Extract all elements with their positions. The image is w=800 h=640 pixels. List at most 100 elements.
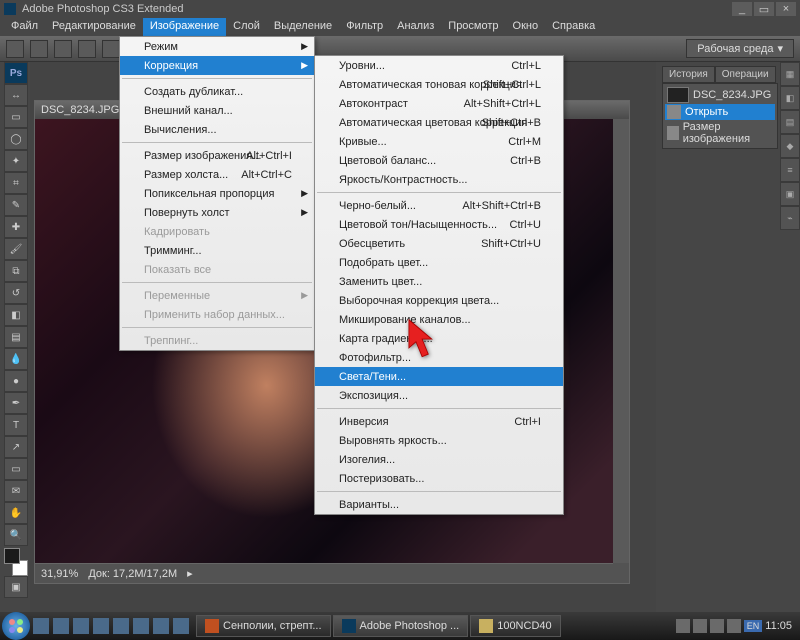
menu-item[interactable]: Тримминг... — [120, 241, 314, 260]
menu-item[interactable]: АвтоконтрастAlt+Shift+Ctrl+L — [315, 94, 563, 113]
option-icon-3[interactable] — [78, 40, 96, 58]
tab-actions[interactable]: Операции — [715, 66, 776, 83]
menu-item[interactable]: ОбесцветитьShift+Ctrl+U — [315, 234, 563, 253]
menu-item[interactable]: Экспозиция... — [315, 386, 563, 405]
close-button[interactable]: × — [776, 2, 796, 16]
taskbar-button[interactable]: Сенполии, стрепт... — [196, 615, 331, 637]
dock-layers-icon[interactable]: ≡ — [780, 158, 800, 182]
dodge-tool[interactable]: ● — [4, 370, 28, 392]
menu-выделение[interactable]: Выделение — [267, 18, 339, 36]
quicklaunch-icon-5[interactable] — [113, 618, 129, 634]
quicklaunch-icon-1[interactable] — [33, 618, 49, 634]
menu-item[interactable]: Микширование каналов... — [315, 310, 563, 329]
menu-item[interactable]: Черно-белый...Alt+Shift+Ctrl+B — [315, 196, 563, 215]
dock-styles-icon[interactable]: ◆ — [780, 134, 800, 158]
option-icon-1[interactable] — [30, 40, 48, 58]
quicklaunch-icon-6[interactable] — [133, 618, 149, 634]
menu-item[interactable]: Коррекция▶ — [120, 56, 314, 75]
lasso-tool[interactable]: ◯ — [4, 128, 28, 150]
menu-item[interactable]: Автоматическая цветовая коррекцияShift+C… — [315, 113, 563, 132]
menu-item[interactable]: Заменить цвет... — [315, 272, 563, 291]
menu-item[interactable]: Постеризовать... — [315, 469, 563, 488]
option-icon-2[interactable] — [54, 40, 72, 58]
menu-item[interactable]: Фотофильтр... — [315, 348, 563, 367]
menu-item[interactable]: ИнверсияCtrl+I — [315, 412, 563, 431]
quicklaunch-icon-2[interactable] — [53, 618, 69, 634]
foreground-color-swatch[interactable] — [4, 548, 20, 564]
language-indicator[interactable]: EN — [744, 620, 763, 632]
quicklaunch-icon-4[interactable] — [93, 618, 109, 634]
chevron-right-icon[interactable]: ▸ — [187, 567, 193, 580]
zoom-level[interactable]: 31,91% — [41, 568, 78, 580]
quick-mask-toggle[interactable]: ▣ — [4, 576, 28, 598]
menu-item[interactable]: Режим▶ — [120, 37, 314, 56]
dock-channels-icon[interactable]: ▣ — [780, 182, 800, 206]
wand-tool[interactable]: ✦ — [4, 150, 28, 172]
color-swatches[interactable] — [4, 548, 28, 576]
start-button[interactable] — [2, 612, 30, 640]
brush-tool[interactable]: 🖌 — [4, 238, 28, 260]
dock-navigator-icon[interactable]: ▦ — [780, 62, 800, 86]
menu-анализ[interactable]: Анализ — [390, 18, 441, 36]
menu-файл[interactable]: Файл — [4, 18, 45, 36]
history-snapshot[interactable]: DSC_8234.JPG — [665, 86, 775, 104]
menu-item[interactable]: Создать дубликат... — [120, 82, 314, 101]
menu-фильтр[interactable]: Фильтр — [339, 18, 390, 36]
tray-icon-3[interactable] — [710, 619, 724, 633]
stamp-tool[interactable]: ⧉ — [4, 260, 28, 282]
vertical-scrollbar[interactable] — [613, 119, 629, 563]
shape-tool[interactable]: ▭ — [4, 458, 28, 480]
menu-item[interactable]: Света/Тени... — [315, 367, 563, 386]
menu-справка[interactable]: Справка — [545, 18, 602, 36]
history-step[interactable]: Открыть — [665, 104, 775, 120]
menu-item[interactable]: Автоматическая тоновая коррекцияShift+Ct… — [315, 75, 563, 94]
menu-item[interactable]: Размер холста...Alt+Ctrl+C — [120, 165, 314, 184]
tray-icon-1[interactable] — [676, 619, 690, 633]
option-icon-4[interactable] — [102, 40, 120, 58]
menu-item[interactable]: Уровни...Ctrl+L — [315, 56, 563, 75]
eraser-tool[interactable]: ◧ — [4, 304, 28, 326]
maximize-button[interactable]: ▭ — [754, 2, 774, 16]
tray-icon-4[interactable] — [727, 619, 741, 633]
menu-item[interactable]: Варианты... — [315, 495, 563, 514]
menu-item[interactable]: Выборочная коррекция цвета... — [315, 291, 563, 310]
taskbar-button[interactable]: Adobe Photoshop ... — [333, 615, 469, 637]
workspace-dropdown[interactable]: Рабочая среда ▾ — [686, 39, 794, 58]
menu-item[interactable]: Кривые...Ctrl+M — [315, 132, 563, 151]
menu-item[interactable]: Попиксельная пропорция▶ — [120, 184, 314, 203]
move-tool[interactable]: ↔ — [4, 84, 28, 106]
menu-окно[interactable]: Окно — [506, 18, 546, 36]
menu-item[interactable]: Карта градиента... — [315, 329, 563, 348]
menu-item[interactable]: Изогелия... — [315, 450, 563, 469]
gradient-tool[interactable]: ▤ — [4, 326, 28, 348]
menu-item[interactable]: Яркость/Контрастность... — [315, 170, 563, 189]
tool-preset-icon[interactable] — [6, 40, 24, 58]
menu-item[interactable]: Цветовой баланс...Ctrl+B — [315, 151, 563, 170]
menu-редактирование[interactable]: Редактирование — [45, 18, 143, 36]
quicklaunch-icon-3[interactable] — [73, 618, 89, 634]
minimize-button[interactable]: _ — [732, 2, 752, 16]
menu-item[interactable]: Размер изображения...Alt+Ctrl+I — [120, 146, 314, 165]
dock-paths-icon[interactable]: ⌁ — [780, 206, 800, 230]
menu-слой[interactable]: Слой — [226, 18, 267, 36]
notes-tool[interactable]: ✉ — [4, 480, 28, 502]
eyedropper-tool[interactable]: ✎ — [4, 194, 28, 216]
menu-item[interactable]: Внешний канал... — [120, 101, 314, 120]
dock-swatches-icon[interactable]: ▤ — [780, 110, 800, 134]
text-tool[interactable]: T — [4, 414, 28, 436]
blur-tool[interactable]: 💧 — [4, 348, 28, 370]
quicklaunch-icon-7[interactable] — [153, 618, 169, 634]
menu-item[interactable]: Цветовой тон/Насыщенность...Ctrl+U — [315, 215, 563, 234]
taskbar-button[interactable]: 100NCD40 — [470, 615, 560, 637]
crop-tool[interactable]: ⌗ — [4, 172, 28, 194]
pen-tool[interactable]: ✒ — [4, 392, 28, 414]
history-brush-tool[interactable]: ↺ — [4, 282, 28, 304]
menu-просмотр[interactable]: Просмотр — [441, 18, 505, 36]
menu-изображение[interactable]: Изображение — [143, 18, 226, 36]
tray-icon-2[interactable] — [693, 619, 707, 633]
zoom-tool[interactable]: 🔍 — [4, 524, 28, 546]
marquee-tool[interactable]: ▭ — [4, 106, 28, 128]
menu-item[interactable]: Вычисления... — [120, 120, 314, 139]
menu-item[interactable]: Выровнять яркость... — [315, 431, 563, 450]
hand-tool[interactable]: ✋ — [4, 502, 28, 524]
